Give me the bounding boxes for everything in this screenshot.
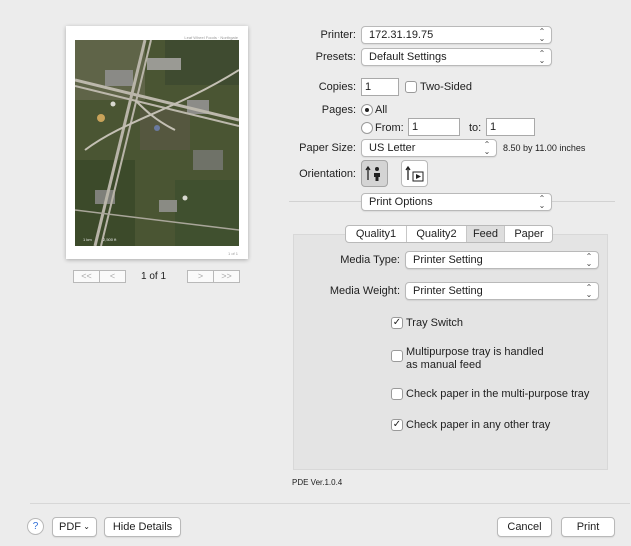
- media-weight-value: Printer Setting: [413, 285, 483, 297]
- hide-details-button[interactable]: Hide Details: [104, 517, 181, 537]
- portrait-icon: [365, 165, 380, 181]
- tray-switch-checkbox[interactable]: ✓: [391, 317, 403, 329]
- first-page-button[interactable]: <<: [73, 270, 100, 283]
- orientation-landscape-button[interactable]: [401, 160, 428, 187]
- chevron-updown-icon: ⌃ ⌄: [538, 27, 546, 43]
- orientation-label: Orientation:: [299, 168, 356, 180]
- print-options-select[interactable]: Print Options ⌃ ⌄: [361, 193, 552, 211]
- presets-label: Presets:: [315, 51, 356, 63]
- two-sided-checkbox[interactable]: [405, 81, 417, 93]
- cancel-button[interactable]: Cancel: [497, 517, 552, 537]
- pages-from-radio[interactable]: [361, 122, 373, 134]
- presets-value: Default Settings: [369, 51, 447, 63]
- tab-quality1[interactable]: Quality1: [346, 226, 407, 242]
- paper-size-value: US Letter: [369, 142, 416, 154]
- pages-label: Pages:: [321, 104, 356, 116]
- media-type-value: Printer Setting: [413, 254, 483, 266]
- copies-field[interactable]: 1: [361, 78, 399, 96]
- two-sided-label: Two-Sided: [420, 81, 472, 93]
- paper-size-label: Paper Size:: [299, 142, 356, 154]
- previous-page-button[interactable]: <: [99, 270, 126, 283]
- map-scale-left: 1 km: [83, 237, 92, 242]
- help-button[interactable]: ?: [27, 518, 44, 535]
- multipurpose-manual-feed-checkbox[interactable]: [391, 350, 403, 362]
- pages-to-label: to:: [469, 122, 482, 134]
- pde-version: PDE Ver.1.0.4: [292, 478, 343, 487]
- pages-all-label: All: [375, 104, 388, 116]
- chevron-updown-icon: ⌃ ⌄: [585, 283, 593, 299]
- aerial-map-image: 1 km 2,500 ft: [75, 40, 239, 246]
- printer-select[interactable]: 172.31.19.75 ⌃ ⌄: [361, 26, 552, 44]
- chevron-down-icon: ⌄: [83, 522, 90, 531]
- check-multipurpose-tray-checkbox[interactable]: [391, 388, 403, 400]
- media-type-select[interactable]: Printer Setting ⌃ ⌄: [405, 251, 599, 269]
- paper-size-select[interactable]: US Letter ⌃ ⌄: [361, 139, 497, 157]
- presets-select[interactable]: Default Settings ⌃ ⌄: [361, 48, 552, 66]
- printer-value: 172.31.19.75: [369, 29, 434, 41]
- sheet-number: 1 of 1: [227, 251, 238, 256]
- print-button[interactable]: Print: [561, 517, 615, 537]
- tab-paper[interactable]: Paper: [505, 226, 552, 242]
- multipurpose-manual-feed-label-line2: as manual feed: [406, 359, 482, 371]
- tab-quality2[interactable]: Quality2: [407, 226, 467, 242]
- tray-switch-label: Tray Switch: [406, 317, 464, 329]
- multipurpose-manual-feed-label-line1: Multipurpose tray is handled: [406, 346, 544, 358]
- pages-all-radio[interactable]: [361, 104, 373, 116]
- print-options-value: Print Options: [369, 196, 433, 208]
- map-scale-right: 2,500 ft: [103, 237, 117, 242]
- help-icon: ?: [32, 521, 39, 532]
- orientation-portrait-button[interactable]: [361, 160, 388, 187]
- options-tab-bar: Quality1 Quality2 Feed Paper: [345, 225, 553, 243]
- copies-label: Copies:: [318, 81, 356, 93]
- chevron-updown-icon: ⌃ ⌄: [585, 252, 593, 268]
- pages-to-field[interactable]: 1: [486, 118, 535, 136]
- page-indicator: 1 of 1: [141, 271, 167, 282]
- chevron-updown-icon: ⌃ ⌄: [538, 49, 546, 65]
- media-weight-label: Media Weight:: [329, 285, 400, 297]
- chevron-updown-icon: ⌃ ⌄: [483, 140, 491, 156]
- next-page-button[interactable]: >: [187, 270, 214, 283]
- landscape-icon: [405, 165, 424, 182]
- page-preview: Leaf Wheel Foods · Northgate 1 km 2,500 …: [66, 26, 248, 259]
- chevron-updown-icon: ⌃ ⌄: [538, 194, 546, 210]
- pages-from-field[interactable]: 1: [408, 118, 460, 136]
- media-weight-select[interactable]: Printer Setting ⌃ ⌄: [405, 282, 599, 300]
- pdf-label: PDF: [59, 521, 81, 533]
- media-type-label: Media Type:: [340, 254, 400, 266]
- check-other-tray-checkbox[interactable]: ✓: [391, 419, 403, 431]
- pdf-menu-button[interactable]: PDF ⌄: [52, 517, 97, 537]
- paper-dimensions: 8.50 by 11.00 inches: [503, 143, 586, 153]
- bottom-divider: [30, 503, 630, 504]
- last-page-button[interactable]: >>: [213, 270, 240, 283]
- check-other-tray-label: Check paper in any other tray: [406, 419, 551, 431]
- tab-feed[interactable]: Feed: [467, 226, 505, 242]
- check-multipurpose-tray-label: Check paper in the multi-purpose tray: [406, 388, 590, 400]
- printer-label: Printer:: [320, 29, 356, 41]
- pages-from-label: From:: [375, 122, 404, 134]
- preview-navigation: << < 1 of 1 > >>: [73, 270, 253, 283]
